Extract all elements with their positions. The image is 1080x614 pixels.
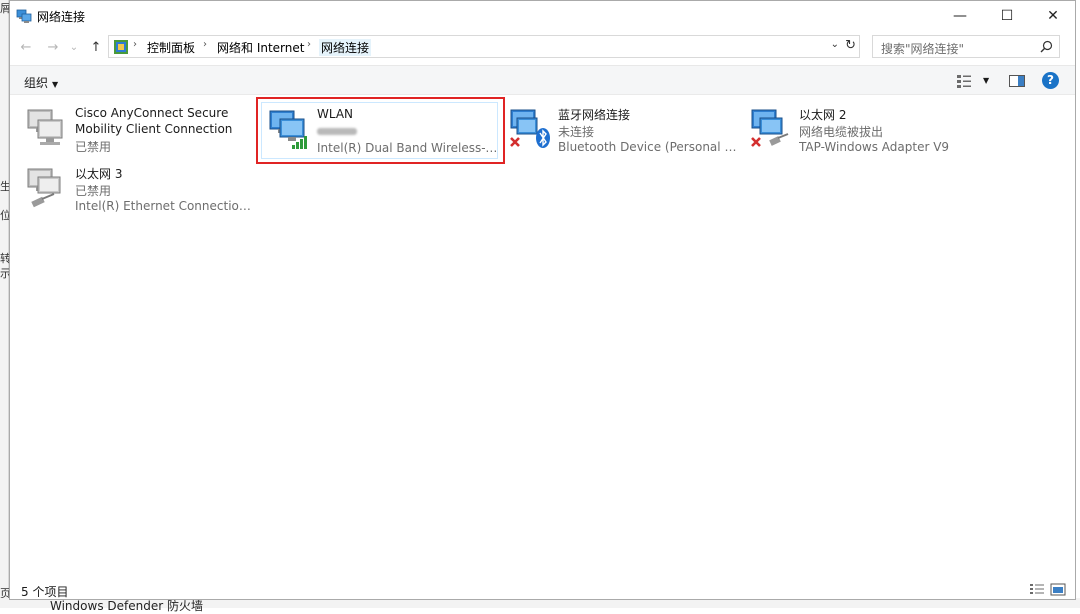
up-button[interactable]: ↑ bbox=[86, 38, 106, 56]
connection-status: 网络电缆被拔出 bbox=[799, 125, 884, 139]
breadcrumb-separator-icon: › bbox=[203, 39, 207, 50]
back-button[interactable]: ← bbox=[16, 38, 36, 56]
view-options-icon[interactable] bbox=[956, 74, 972, 88]
window-title: 网络连接 bbox=[37, 10, 86, 24]
item-count: 5 个项目 bbox=[21, 585, 69, 599]
status-bar: 5 个项目 bbox=[10, 579, 1075, 601]
close-button[interactable]: ✕ bbox=[1030, 1, 1076, 31]
background-text: 屑 bbox=[0, 2, 9, 15]
control-panel-icon bbox=[114, 40, 128, 54]
connection-item-cisco[interactable]: Cisco AnyConnect Secure Mobility Client … bbox=[20, 102, 260, 158]
organize-button[interactable]: 组织 ▼ bbox=[24, 74, 58, 91]
preview-pane-icon[interactable] bbox=[1009, 74, 1025, 88]
ethernet-disabled-icon bbox=[27, 168, 61, 208]
breadcrumb-control-panel[interactable]: 控制面板 bbox=[147, 39, 195, 56]
background-text: 示 bbox=[0, 267, 9, 280]
background-window-edge: 屑 生 位 转 示 页 bbox=[0, 0, 9, 608]
view-dropdown-icon[interactable]: ▼ bbox=[983, 76, 989, 85]
connection-status: 未连接 bbox=[558, 125, 595, 139]
connection-status: 已禁用 bbox=[75, 140, 112, 154]
background-text: 位 bbox=[0, 209, 9, 222]
network-adapter-disabled-icon bbox=[27, 109, 63, 145]
connection-device: Intel(R) Ethernet Connection I2... bbox=[75, 199, 257, 213]
breadcrumb-separator-icon: › bbox=[307, 39, 311, 50]
address-bar[interactable]: › 控制面板 › 网络和 Internet › 网络连接 ⌄ ↻ bbox=[108, 35, 860, 58]
explorer-window: 网络连接 — ☐ ✕ ← → ⌄ ↑ › 控制面板 › 网络和 Internet… bbox=[9, 0, 1076, 600]
command-bar: 组织 ▼ ▼ ? bbox=[10, 65, 1075, 95]
address-dropdown-icon[interactable]: ⌄ bbox=[831, 39, 839, 50]
large-icons-view-icon[interactable] bbox=[1050, 583, 1066, 597]
forward-button[interactable]: → bbox=[43, 38, 63, 56]
organize-label: 组织 bbox=[24, 76, 49, 90]
breadcrumb-separator-icon: › bbox=[133, 39, 137, 50]
connection-name: 以太网 3 bbox=[75, 167, 123, 181]
breadcrumb-network-connections[interactable]: 网络连接 bbox=[319, 39, 372, 56]
ethernet-unplugged-icon bbox=[751, 109, 789, 147]
connection-device: TAP-Windows Adapter V9 bbox=[799, 140, 950, 154]
background-text: 转 bbox=[0, 252, 9, 265]
navigation-bar: ← → ⌄ ↑ › 控制面板 › 网络和 Internet › 网络连接 ⌄ ↻… bbox=[10, 32, 1075, 62]
details-view-icon[interactable] bbox=[1029, 583, 1045, 597]
connection-name: 蓝牙网络连接 bbox=[558, 108, 631, 122]
background-text: 生 bbox=[0, 180, 9, 193]
connection-name: 以太网 2 bbox=[799, 108, 847, 122]
chevron-down-icon: ▼ bbox=[52, 80, 59, 89]
help-button[interactable]: ? bbox=[1042, 72, 1059, 89]
refresh-icon[interactable]: ↻ bbox=[845, 38, 856, 53]
annotation-highlight-box bbox=[256, 97, 505, 164]
connection-item-ethernet-3[interactable]: 以太网 3 已禁用 Intel(R) Ethernet Connection I… bbox=[20, 161, 260, 217]
network-connections-icon bbox=[16, 9, 32, 23]
connection-device: Bluetooth Device (Personal Ar... bbox=[558, 140, 740, 154]
connection-item-ethernet-2[interactable]: 以太网 2 网络电缆被拔出 TAP-Windows Adapter V9 bbox=[744, 102, 984, 158]
connection-name: Cisco AnyConnect Secure Mobility Client … bbox=[75, 106, 233, 136]
breadcrumb-network-internet[interactable]: 网络和 Internet bbox=[217, 39, 304, 56]
search-input[interactable]: 搜索"网络连接" bbox=[872, 35, 1060, 58]
title-bar[interactable]: 网络连接 — ☐ ✕ bbox=[10, 1, 1075, 31]
connection-status: 已禁用 bbox=[75, 184, 112, 198]
bluetooth-icon bbox=[510, 109, 550, 148]
maximize-button[interactable]: ☐ bbox=[984, 1, 1030, 31]
search-icon[interactable] bbox=[1040, 40, 1053, 53]
recent-locations-button[interactable]: ⌄ bbox=[68, 38, 80, 56]
connection-item-bluetooth[interactable]: 蓝牙网络连接 未连接 Bluetooth Device (Personal Ar… bbox=[503, 102, 743, 158]
search-placeholder: 搜索"网络连接" bbox=[881, 42, 965, 56]
minimize-button[interactable]: — bbox=[937, 1, 983, 31]
